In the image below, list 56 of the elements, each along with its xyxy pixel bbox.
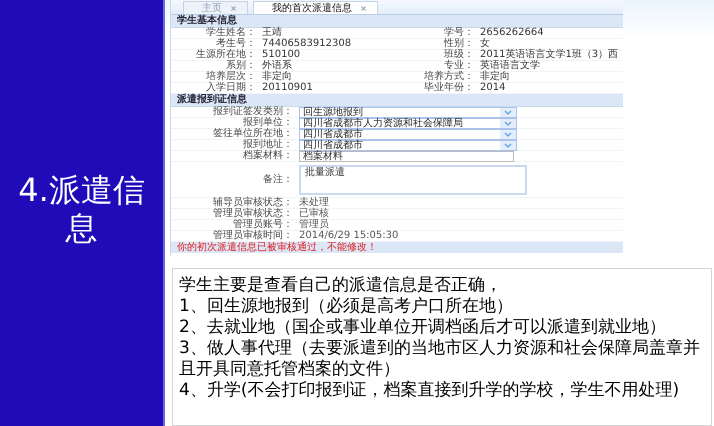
chevron-down-icon bbox=[500, 140, 516, 150]
field-label: 培养方式： bbox=[404, 72, 474, 83]
field-value: 已审核 bbox=[298, 209, 329, 219]
field-label: 系别： bbox=[171, 61, 256, 72]
field-label: 生源所在地： bbox=[171, 50, 256, 61]
field-value: 2011英语语言文学1班（3）西 bbox=[474, 50, 623, 61]
section-header: 派遣报到证信息 bbox=[171, 94, 623, 107]
field-label: 管理员审核状态： bbox=[212, 209, 293, 219]
chevron-down-icon bbox=[500, 108, 516, 116]
dropdown[interactable]: 四川省成都市 bbox=[299, 140, 517, 150]
field-value: 王靖 bbox=[256, 28, 404, 39]
field-label: 学号： bbox=[404, 28, 474, 39]
notice-message: 你的初次派遣信息已被审核通过，不能修改！ bbox=[171, 242, 623, 253]
field-label: 班级： bbox=[404, 50, 474, 61]
field-value: 英语语言文学 bbox=[474, 61, 623, 72]
field-label: 报到单位： bbox=[243, 118, 293, 128]
section-header: 学生基本信息 bbox=[171, 15, 623, 28]
slide-title: 4.派遣信息 bbox=[17, 171, 146, 247]
field-label: 性别： bbox=[404, 39, 474, 50]
field-label: 考生号： bbox=[171, 39, 256, 50]
field-label: 档案材料： bbox=[242, 151, 293, 161]
field-value: 2656262664 bbox=[474, 28, 623, 39]
field-value: 2014/6/29 15:05:30 bbox=[298, 231, 398, 241]
description-text: 1、回生源地报到（必须是高考户口所在地） bbox=[179, 296, 514, 317]
dropdown[interactable]: 四川省成都市 bbox=[299, 128, 517, 140]
chevron-down-icon bbox=[500, 118, 516, 128]
description-text: 2、去就业地（国企或事业单位开调档函后才可以派遣到就业地） bbox=[179, 317, 667, 338]
chevron-down-icon bbox=[500, 130, 516, 138]
field-label: 辅导员审核状态： bbox=[212, 198, 293, 208]
close-icon[interactable] bbox=[360, 4, 367, 12]
field-label: 报到地址： bbox=[242, 140, 293, 150]
dropdown[interactable]: 回生源地报到 bbox=[299, 106, 517, 118]
field-value: 未处理 bbox=[298, 198, 329, 208]
tab[interactable]: 我的首次派遣信息 bbox=[253, 1, 378, 14]
field-value: 女 bbox=[474, 39, 623, 50]
description-text: 3、做人事代理（去要派遣到的当地市区人力资源和社会保障局盖章并且开具同意托管档案的文件） bbox=[179, 338, 701, 380]
input-field[interactable]: 档案材料 bbox=[299, 150, 514, 162]
field-label: 报到证签发类别： bbox=[212, 107, 293, 117]
field-label: 备注： bbox=[262, 174, 293, 184]
textarea-field[interactable]: 批量派遣 bbox=[299, 164, 527, 194]
field-label: 专业： bbox=[404, 61, 474, 72]
field-label: 学生姓名： bbox=[171, 28, 256, 39]
field-value: 管理员 bbox=[298, 220, 329, 230]
close-icon[interactable] bbox=[230, 4, 237, 12]
description-text: 学生主要是查看自己的派遣信息是否正确， bbox=[179, 275, 503, 296]
field-value: 非定向 bbox=[256, 72, 404, 83]
field-label: 管理员账号： bbox=[232, 220, 293, 230]
field-label: 签往单位所在地： bbox=[212, 129, 293, 139]
field-label: 培养层次： bbox=[171, 72, 256, 83]
field-value: 外语系 bbox=[256, 61, 404, 72]
field-label: 管理员审核时间： bbox=[212, 231, 293, 241]
field-value: 74406583912308 bbox=[256, 39, 404, 50]
field-value: 510100 bbox=[256, 50, 404, 61]
field-value: 非定向 bbox=[474, 72, 623, 83]
dropdown[interactable]: 四川省成都市人力资源和社会保障局 bbox=[299, 118, 517, 128]
description-text: 4、升学(不会打印报到证，档案直接到升学的学校，学生不用处理) bbox=[179, 380, 680, 401]
